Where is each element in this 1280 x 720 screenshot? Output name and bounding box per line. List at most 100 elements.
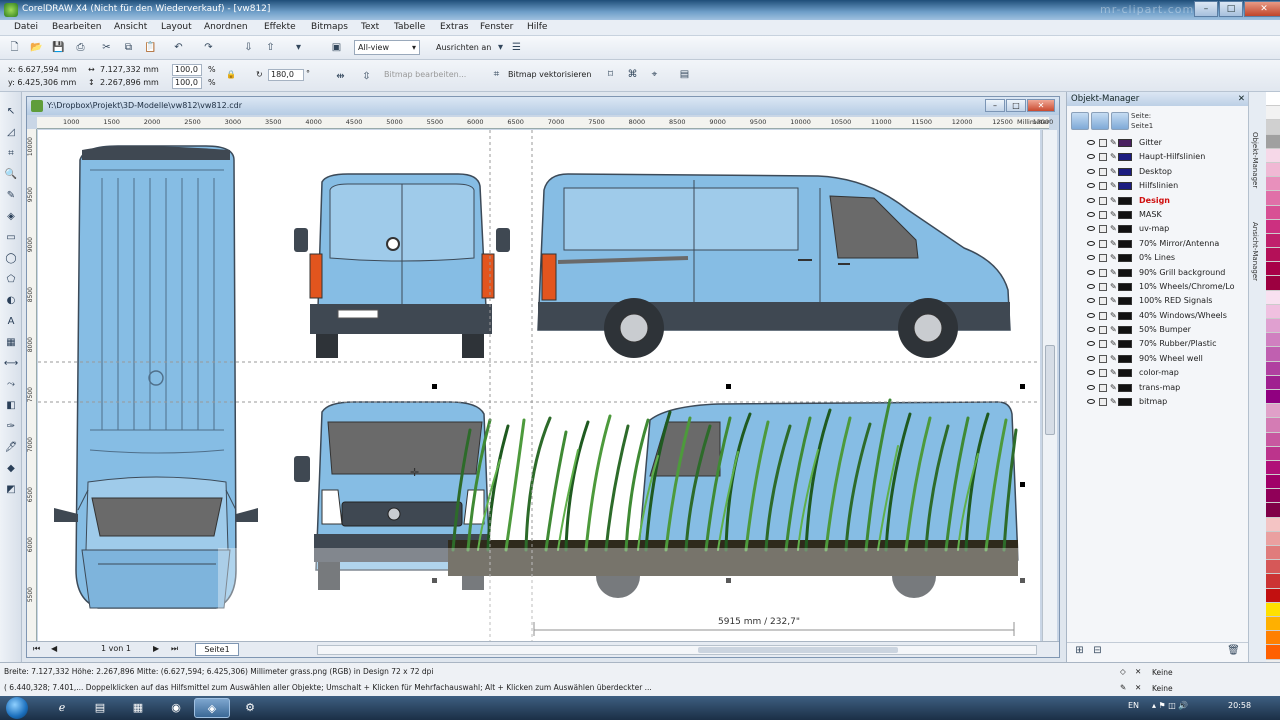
application-launcher-icon[interactable]: ▾	[292, 41, 305, 54]
palette-swatch[interactable]	[1266, 304, 1280, 319]
printer-icon[interactable]	[1099, 167, 1107, 176]
explorer-icon[interactable]: ▤	[82, 698, 118, 718]
delete-icon[interactable]: 🗑	[1227, 644, 1240, 657]
layer-color-swatch[interactable]	[1118, 398, 1132, 407]
chevron-down-icon[interactable]: ▾	[494, 41, 507, 54]
menu-text[interactable]: Text	[361, 22, 379, 32]
vertical-scrollbar[interactable]	[1042, 130, 1057, 641]
palette-swatch[interactable]	[1266, 574, 1280, 589]
palette-swatch[interactable]	[1266, 262, 1280, 277]
pencil-icon[interactable]: ✎	[1110, 239, 1117, 249]
printer-icon[interactable]	[1099, 383, 1107, 392]
palette-swatch[interactable]	[1266, 475, 1280, 490]
layer-row[interactable]: ✎ 70% Mirror/Antenna	[1085, 237, 1247, 251]
text-tool-icon[interactable]: A	[3, 314, 19, 330]
palette-swatch[interactable]	[1266, 233, 1280, 249]
eye-icon[interactable]	[1087, 240, 1095, 246]
layer-color-swatch[interactable]	[1118, 196, 1132, 205]
edit-across-layers-icon[interactable]	[1091, 112, 1109, 130]
layer-row[interactable]: ✎ Gitter	[1085, 136, 1247, 150]
palette-swatch[interactable]	[1266, 361, 1280, 376]
eye-icon[interactable]	[1087, 183, 1095, 189]
eye-icon[interactable]	[1087, 298, 1095, 304]
ellipse-tool-icon[interactable]: ◯	[3, 251, 19, 267]
welcome-screen-icon[interactable]: ▣	[330, 41, 343, 54]
prev-page-icon[interactable]: ◀	[51, 644, 57, 653]
minimize-button[interactable]: –	[1194, 1, 1218, 17]
menu-anordnen[interactable]: Anordnen	[204, 22, 248, 32]
pencil-icon[interactable]: ✎	[1110, 339, 1117, 349]
pencil-icon[interactable]: ✎	[1110, 152, 1117, 162]
palette-swatch[interactable]	[1266, 460, 1280, 476]
printer-icon[interactable]	[1099, 254, 1107, 263]
eye-icon[interactable]	[1087, 269, 1095, 275]
printer-icon[interactable]	[1099, 182, 1107, 191]
dimension-tool-icon[interactable]: ⟷	[3, 356, 19, 372]
mirror-vertical-icon[interactable]: ⇳	[360, 70, 373, 83]
printer-icon[interactable]	[1099, 297, 1107, 306]
eye-icon[interactable]	[1087, 370, 1095, 376]
eye-icon[interactable]	[1087, 168, 1095, 174]
app-task-icon[interactable]: ⚙	[232, 698, 268, 718]
folder-icon[interactable]: ▦	[120, 698, 156, 718]
wrap-text-icon[interactable]: ▤	[678, 68, 691, 81]
palette-swatch[interactable]	[1266, 347, 1280, 362]
layer-color-swatch[interactable]	[1118, 182, 1132, 191]
palette-swatch[interactable]	[1266, 333, 1280, 348]
resample-icon[interactable]: ⌘	[626, 68, 639, 81]
basic-shapes-icon[interactable]: ◐	[3, 293, 19, 309]
palette-swatch[interactable]	[1266, 588, 1280, 603]
eyedropper-icon[interactable]: ✑	[3, 419, 19, 435]
eye-icon[interactable]	[1087, 154, 1095, 160]
layer-color-swatch[interactable]	[1118, 326, 1132, 335]
eye-icon[interactable]	[1087, 327, 1095, 333]
edit-bitmap-button[interactable]: Bitmap bearbeiten...	[384, 70, 466, 79]
maximize-button[interactable]: □	[1219, 1, 1243, 17]
layer-color-swatch[interactable]	[1118, 254, 1132, 263]
eye-icon[interactable]	[1087, 283, 1095, 289]
printer-icon[interactable]	[1099, 311, 1107, 320]
palette-swatch[interactable]	[1266, 191, 1280, 206]
mirror-horizontal-icon[interactable]: ⇹	[334, 70, 347, 83]
layer-row[interactable]: ✎ 50% Bumper	[1085, 323, 1247, 337]
layer-row[interactable]: ✎ Haupt-Hilfslinien	[1085, 150, 1247, 164]
printer-icon[interactable]	[1099, 326, 1107, 335]
layer-row[interactable]: ✎ Hilfslinien	[1085, 179, 1247, 193]
menu-fenster[interactable]: Fenster	[480, 22, 513, 32]
printer-icon[interactable]	[1099, 139, 1107, 147]
pencil-icon[interactable]: ✎	[1110, 325, 1117, 335]
palette-swatch[interactable]	[1266, 645, 1280, 660]
printer-icon[interactable]	[1099, 268, 1107, 277]
menu-ansicht[interactable]: Ansicht	[114, 22, 147, 32]
palette-swatch[interactable]	[1266, 404, 1280, 419]
firefox-icon[interactable]: ◉	[158, 698, 194, 718]
ie-icon[interactable]: ℯ	[44, 698, 80, 718]
undo-icon[interactable]: ↶	[172, 41, 185, 54]
eye-icon[interactable]	[1087, 140, 1095, 145]
table-tool-icon[interactable]: ▦	[3, 335, 19, 351]
eye-icon[interactable]	[1087, 211, 1095, 217]
new-layer-icon[interactable]: ⊞	[1073, 644, 1086, 657]
outline-value[interactable]: Keine	[1152, 684, 1173, 693]
pencil-icon[interactable]: ✎	[1110, 210, 1117, 220]
layer-manager-view-icon[interactable]	[1111, 112, 1129, 130]
new-master-layer-icon[interactable]: ⊟	[1091, 644, 1104, 657]
object-width[interactable]: 7.127,332 mm	[100, 65, 159, 74]
cut-icon[interactable]: ✂	[100, 41, 113, 54]
drawing-canvas[interactable]: ✛ 5915 mm / 232,7"	[38, 130, 1040, 641]
layer-color-swatch[interactable]	[1118, 383, 1132, 392]
layer-color-swatch[interactable]	[1118, 139, 1132, 147]
layer-row[interactable]: ✎ 90% Grill background	[1085, 266, 1247, 280]
palette-swatch[interactable]	[1266, 276, 1280, 291]
printer-icon[interactable]	[1099, 354, 1107, 363]
eye-icon[interactable]	[1087, 255, 1095, 261]
pencil-icon[interactable]: ✎	[1110, 167, 1117, 177]
layer-color-swatch[interactable]	[1118, 153, 1132, 162]
palette-swatch[interactable]	[1266, 631, 1280, 646]
layer-color-swatch[interactable]	[1118, 210, 1132, 219]
palette-swatch[interactable]	[1266, 177, 1280, 192]
pencil-icon[interactable]: ✎	[1110, 181, 1117, 191]
pencil-icon[interactable]: ✎	[1110, 196, 1117, 206]
scale-x-input[interactable]: 100,0	[172, 64, 202, 76]
palette-swatch[interactable]	[1266, 517, 1280, 532]
